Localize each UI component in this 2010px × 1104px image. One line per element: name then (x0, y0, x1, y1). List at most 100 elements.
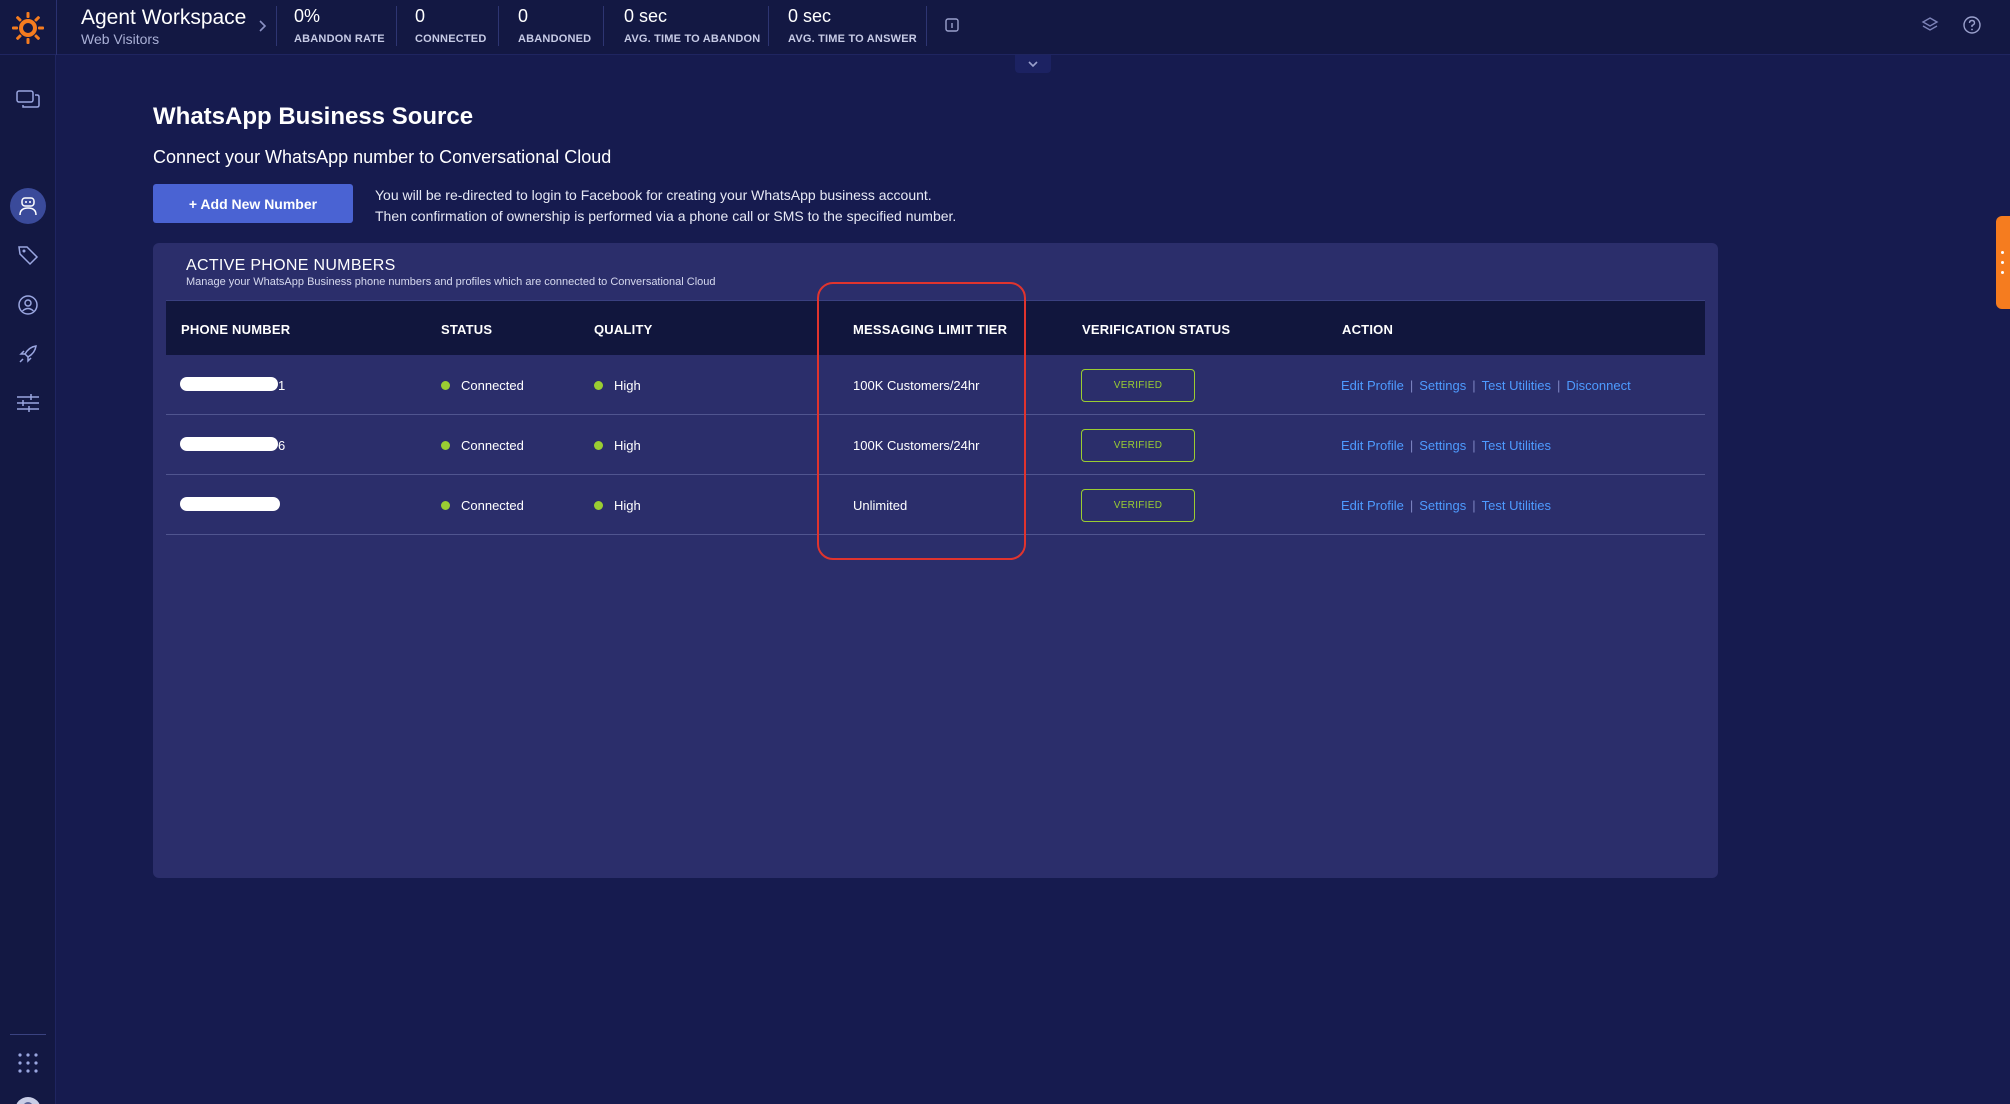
sidebar-item-apps[interactable] (13, 1048, 43, 1078)
logo[interactable] (0, 0, 56, 55)
phone-number-suffix: 1 (278, 378, 286, 393)
panel-title: ACTIVE PHONE NUMBERS (186, 257, 396, 274)
user-circle-icon (18, 295, 38, 315)
kpi-label: ABANDON RATE (294, 33, 385, 45)
quality-text: High (614, 498, 641, 513)
kpi-value: 0 sec (788, 6, 832, 26)
column-header-verification[interactable]: VERIFICATION STATUS (1082, 322, 1230, 337)
quality-cell: High (594, 378, 641, 393)
column-header-quality[interactable]: QUALITY (594, 322, 652, 337)
kpi-divider (276, 6, 277, 46)
status-dot-icon (441, 441, 450, 450)
handle-dot (2001, 271, 2004, 274)
quality-dot-icon (594, 381, 603, 390)
add-new-number-button[interactable]: + Add New Number (153, 184, 353, 223)
kpi-value: 0 (415, 6, 426, 26)
status-cell: Connected (441, 498, 524, 513)
redacted-phone-number (180, 497, 280, 511)
row-actions: Edit Profile | Settings | Test Utilities | Dis… (1341, 378, 1631, 393)
kpi-avg-time-to-abandon: 0 sec AVG. TIME TO ABANDON (624, 6, 760, 45)
kpi-divider (926, 6, 927, 46)
sun-logo-icon (12, 11, 44, 44)
row-actions: Edit Profile | Settings | Test Utilities (1341, 498, 1551, 513)
settings-link[interactable]: Settings (1419, 498, 1466, 513)
redacted-phone-number (180, 437, 278, 451)
sliders-icon (17, 394, 39, 412)
info-icon[interactable] (943, 14, 961, 41)
kpi-label: ABANDONED (518, 33, 592, 45)
side-panel-handle[interactable] (1996, 216, 2010, 309)
sidebar-item-settings[interactable] (13, 388, 43, 418)
kpi-connected: 0 CONNECTED (415, 6, 486, 45)
phone-number-suffix: 6 (278, 438, 286, 453)
kpi-abandon-rate: 0% ABANDON RATE (294, 6, 385, 45)
disconnect-link[interactable]: Disconnect (1566, 378, 1630, 393)
edit-profile-link[interactable]: Edit Profile (1341, 378, 1404, 393)
column-header-phone[interactable]: PHONE NUMBER (181, 322, 290, 337)
sidebar-item-tags[interactable] (13, 240, 43, 270)
kpi-divider (498, 6, 499, 46)
column-header-action: ACTION (1342, 322, 1394, 337)
settings-link[interactable]: Settings (1419, 438, 1466, 453)
kpi-value: 0% (294, 6, 321, 26)
top-bar: Agent Workspace Web Visitors 0% ABANDON … (0, 0, 2010, 55)
panel-description: Manage your WhatsApp Business phone numb… (186, 276, 716, 288)
app-subtitle: Web Visitors (81, 31, 160, 47)
collapse-header-button[interactable] (1015, 55, 1051, 73)
sidebar-item-profile[interactable] (13, 1095, 43, 1104)
help-icon[interactable] (1961, 14, 1983, 41)
quality-cell: High (594, 498, 641, 513)
status-cell: Connected (441, 378, 524, 393)
verified-badge: VERIFIED (1081, 489, 1195, 522)
quality-text: High (614, 438, 641, 453)
page-subtitle: Connect your WhatsApp number to Conversa… (153, 147, 612, 167)
verified-badge: VERIFIED (1081, 369, 1195, 402)
verified-badge: VERIFIED (1081, 429, 1195, 462)
sidebar-item-users[interactable] (13, 290, 43, 320)
messaging-tier-highlight (817, 282, 1026, 560)
handle-dot (2001, 261, 2004, 264)
status-text: Connected (461, 438, 524, 453)
edit-profile-link[interactable]: Edit Profile (1341, 438, 1404, 453)
sidebar-divider (10, 1034, 46, 1035)
redacted-phone-number (180, 377, 278, 391)
info-line: Then confirmation of ownership is perfor… (375, 208, 957, 224)
sidebar-item-campaigns[interactable] (13, 339, 43, 369)
conversations-icon (16, 90, 40, 108)
status-cell: Connected (441, 438, 524, 453)
test-utilities-link[interactable]: Test Utilities (1482, 438, 1551, 453)
quality-cell: High (594, 438, 641, 453)
kpi-value: 0 sec (624, 6, 668, 26)
avatar-icon (16, 1097, 40, 1104)
settings-link[interactable]: Settings (1419, 378, 1466, 393)
kpi-divider (396, 6, 397, 46)
handle-dot (2001, 251, 2004, 254)
chevron-right-icon[interactable] (257, 15, 269, 42)
kpi-divider (603, 6, 604, 46)
kpi-value: 0 (518, 6, 529, 26)
quality-dot-icon (594, 441, 603, 450)
test-utilities-link[interactable]: Test Utilities (1482, 378, 1551, 393)
sidebar-item-conversations[interactable] (13, 85, 43, 115)
edit-profile-link[interactable]: Edit Profile (1341, 498, 1404, 513)
column-header-status[interactable]: STATUS (441, 322, 492, 337)
quality-dot-icon (594, 501, 603, 510)
kpi-label: CONNECTED (415, 33, 487, 45)
sidebar (0, 55, 56, 1104)
app-title: Agent Workspace (81, 6, 247, 29)
logo-divider (56, 0, 57, 55)
test-utilities-link[interactable]: Test Utilities (1482, 498, 1551, 513)
chevron-down-icon (1028, 61, 1038, 68)
sidebar-item-bots[interactable] (13, 191, 43, 221)
kpi-abandoned: 0 ABANDONED (518, 6, 591, 45)
status-dot-icon (441, 381, 450, 390)
kpi-label: AVG. TIME TO ABANDON (624, 33, 761, 45)
bot-icon (19, 197, 37, 216)
redirect-info: You will be re-directed to login to Face… (375, 185, 956, 227)
status-text: Connected (461, 498, 524, 513)
tag-icon (18, 246, 39, 266)
layers-icon[interactable] (1920, 14, 1940, 41)
status-dot-icon (441, 501, 450, 510)
page-title: WhatsApp Business Source (153, 103, 474, 130)
kpi-label: AVG. TIME TO ANSWER (788, 33, 917, 45)
